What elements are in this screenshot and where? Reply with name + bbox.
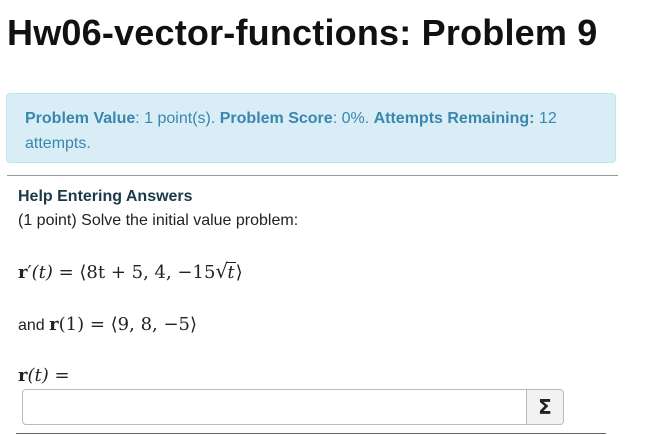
square-root: √ t <box>215 259 236 283</box>
initial-condition-prefix: and <box>18 317 50 334</box>
close-angle-bracket: ⟩ <box>235 262 243 283</box>
attempts-remaining-label: Attempts Remaining: <box>373 110 535 127</box>
help-entering-answers-link[interactable]: Help Entering Answers <box>18 188 193 206</box>
equals-sign: = <box>84 314 111 335</box>
vector-r-symbol: r <box>49 314 59 335</box>
problem-score-label: Problem Score <box>219 110 333 127</box>
argument-one: (1) <box>58 314 85 335</box>
problem-value-label: Problem Value <box>25 110 136 127</box>
initial-condition-equation: and r(1) = ⟨9, 8, −5⟩ <box>18 314 197 335</box>
answer-input[interactable] <box>22 389 527 425</box>
equals-sign: = <box>48 365 70 386</box>
answer-prompt-equation: r(t) = <box>18 365 70 386</box>
problem-value-text: : 1 point(s). <box>135 110 220 127</box>
equation-editor-button[interactable]: Σ <box>526 389 564 425</box>
radical-sign-icon: √ <box>215 259 229 283</box>
vector-components: 8t + 5, 4, −15 <box>86 262 216 283</box>
divider-bottom <box>16 433 606 434</box>
problem-score-text: : 0%. <box>332 110 374 127</box>
problem-page: Hw06-vector-functions: Problem 9 Problem… <box>0 0 652 435</box>
initial-vector-value: ⟨9, 8, −5⟩ <box>110 314 198 335</box>
page-title: Hw06-vector-functions: Problem 9 <box>7 12 598 53</box>
equals-sign: = <box>52 262 80 283</box>
problem-status-panel: Problem Value: 1 point(s). Problem Score… <box>6 93 616 163</box>
problem-prompt: (1 point) Solve the initial value proble… <box>18 212 299 229</box>
divider-top <box>7 175 618 176</box>
argument-t: (t) <box>31 262 53 283</box>
argument-t: (t) <box>27 365 49 386</box>
derivative-equation: r′(t) = ⟨8t + 5, 4, −15 √ t⟩ <box>18 259 243 283</box>
